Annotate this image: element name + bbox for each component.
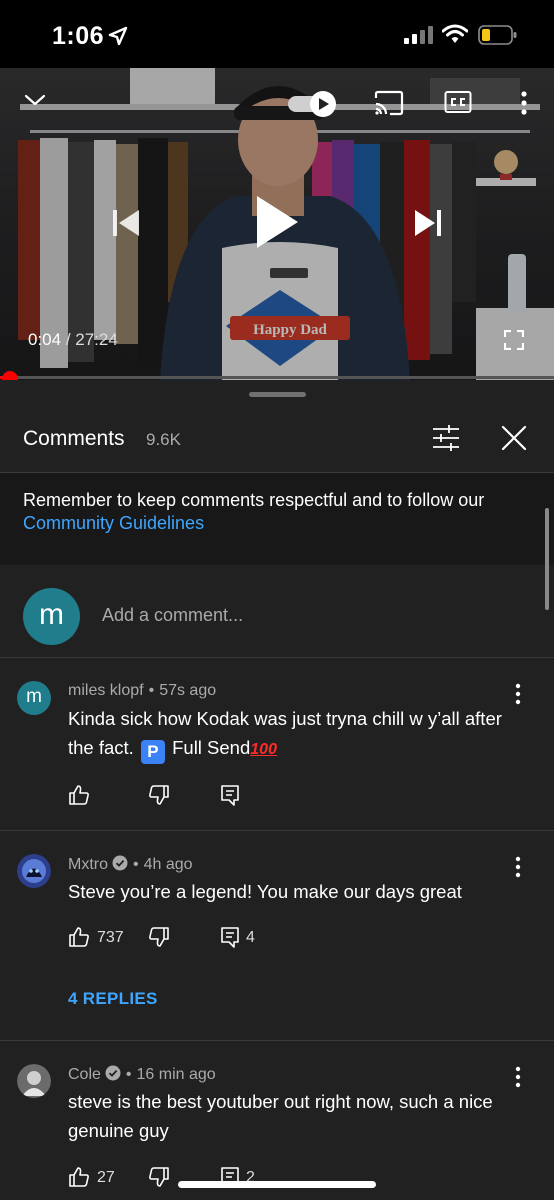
comment-text-main: Kinda sick how Kodak was just tryna chil… [68,708,502,758]
reply-icon[interactable] [220,784,240,808]
previous-icon[interactable] [110,208,142,238]
duration: 27:24 [75,330,118,349]
more-options-icon[interactable] [518,90,530,116]
time-readout: 0:04 / 27:24 [28,330,118,350]
comment-text: steve is the best youtuber out right now… [68,1091,493,1141]
guidelines-banner: Remember to keep comments respectful and… [0,473,554,565]
autoplay-toggle[interactable] [286,88,340,120]
community-guidelines-link[interactable]: Community Guidelines [23,513,204,533]
comment-time: 57s ago [159,682,217,699]
avatar: m [23,588,80,645]
comment-time: 4h ago [143,856,193,873]
verified-check-icon [112,855,128,871]
commenter-avatar[interactable] [17,854,51,888]
like-count: 27 [97,1169,115,1186]
like-icon[interactable] [68,784,90,806]
comment-text: Kinda sick how Kodak was just tryna chil… [68,704,528,764]
wifi-icon [442,24,468,43]
meta-separator: • [125,1066,132,1083]
comments-panel: Comments 9.6K Remember to keep comments … [0,380,554,1200]
reply-count: 4 [246,929,255,946]
commenter-avatar[interactable] [17,1064,51,1098]
fullscreen-icon[interactable] [504,330,524,350]
comment-author[interactable]: miles klopf [68,682,144,699]
hundred-points-emoji: 100 [250,741,277,758]
comment-meta: Mxtro • 4h ago [68,855,193,874]
comment-menu-icon[interactable] [511,1066,525,1088]
captions-icon[interactable] [444,90,472,114]
verified-check-icon [105,1065,121,1081]
reply-icon[interactable] [220,926,240,950]
minimize-chevron-icon[interactable] [24,92,46,108]
home-indicator[interactable] [178,1181,376,1188]
comment-text: Steve you’re a legend! You make our days… [68,881,462,902]
add-comment-divider [0,657,554,658]
add-comment-input[interactable]: Add a comment... [102,605,243,626]
close-icon[interactable] [500,424,528,452]
view-replies-button[interactable]: 4 REPLIES [68,989,158,1009]
comment-time: 16 min ago [136,1066,216,1083]
video-progress-bar[interactable] [0,376,554,379]
commenter-avatar[interactable]: m [17,681,51,715]
battery-icon [478,25,517,45]
video-player[interactable]: Happy Dad 0:04 / 27:24 [0,68,554,380]
comment-menu-icon[interactable] [511,683,525,705]
like-icon[interactable] [68,1166,90,1188]
scrollbar[interactable] [545,508,549,610]
comment-count: 9.6K [146,430,181,449]
comment-meta: miles klopf • 57s ago [68,682,216,700]
cast-icon[interactable] [374,90,404,116]
guidelines-text: Remember to keep comments respectful and… [23,489,523,535]
panel-title: Comments [23,427,125,450]
guidelines-message: Remember to keep comments respectful and… [23,490,485,510]
comment-divider [0,830,554,831]
comment-author[interactable]: Cole [68,1066,101,1083]
sort-filter-icon[interactable] [431,424,461,452]
dislike-icon[interactable] [148,784,170,806]
drag-handle[interactable] [249,392,306,397]
cellular-signal-icon [404,26,433,44]
current-time: 0:04 [28,330,62,349]
comment-menu-icon[interactable] [511,856,525,878]
meta-separator: • [133,856,139,873]
next-icon[interactable] [412,208,444,238]
comment-meta: Cole • 16 min ago [68,1065,216,1084]
time-separator: / [61,330,76,349]
comment-author[interactable]: Mxtro [68,856,108,873]
status-time: 1:06 [52,22,105,50]
dislike-icon[interactable] [148,1166,170,1188]
like-icon[interactable] [68,926,90,948]
location-arrow-icon [108,26,128,46]
comment-text-tail: Full Send [172,737,251,758]
status-bar: 1:06 [0,0,554,68]
like-count: 737 [97,929,124,946]
parking-badge-emoji: P [140,740,165,764]
meta-separator: • [148,682,155,699]
comment-divider [0,1040,554,1041]
dislike-icon[interactable] [148,926,170,948]
play-icon[interactable] [254,194,300,250]
